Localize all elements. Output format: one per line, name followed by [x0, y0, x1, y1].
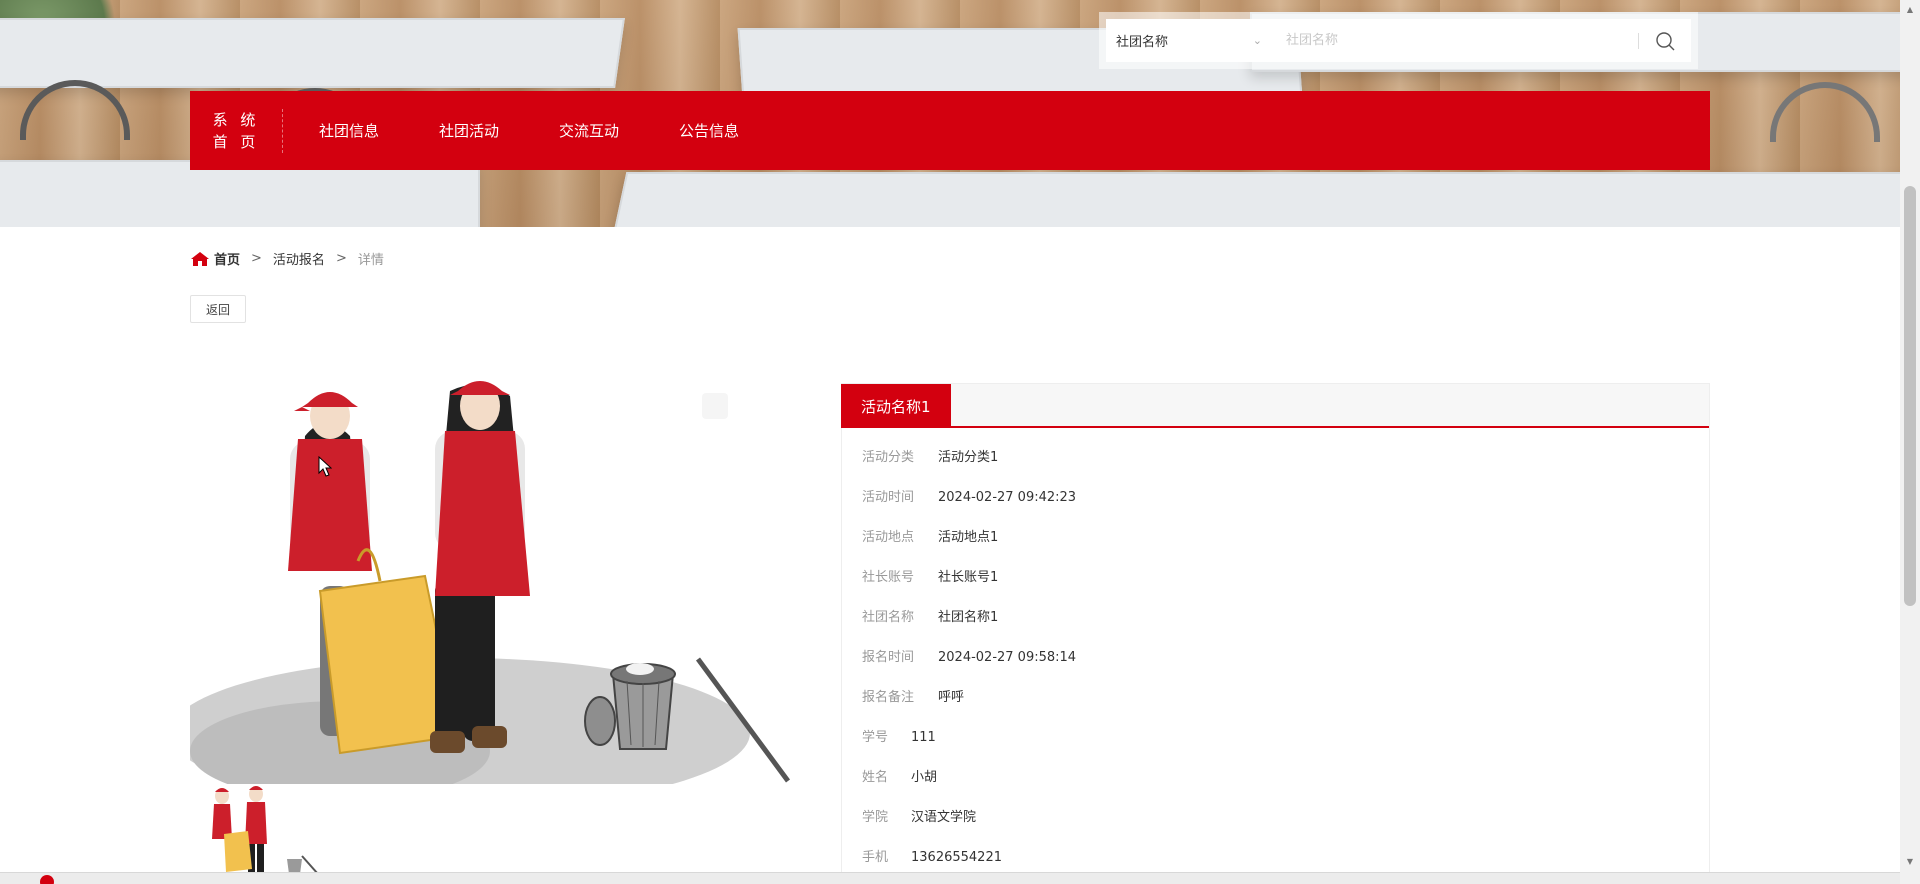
field-label-club-name: 社团名称 — [862, 610, 915, 625]
breadcrumb-current: 详情 — [357, 253, 384, 268]
nav-system-home-line1: 系 统 — [212, 110, 260, 129]
nav-item-club-activities[interactable]: 社团活动 — [409, 120, 529, 141]
activity-title: 活动名称1 — [841, 384, 951, 428]
bottom-bar — [0, 872, 1900, 884]
detail-row: 活动分类 活动分类1 — [862, 446, 998, 465]
chevron-down-icon: ⌄ — [1252, 34, 1262, 47]
activity-main-image — [190, 381, 790, 784]
detail-row: 社长账号 社长账号1 — [862, 566, 998, 585]
search-icon — [1656, 31, 1675, 50]
field-value-name: 小胡 — [911, 770, 938, 785]
scrollbar-thumb[interactable] — [1904, 186, 1916, 606]
breadcrumb: 首页 > 活动报名 > 详情 — [190, 249, 384, 268]
banner-table — [0, 160, 480, 227]
search-field-select[interactable]: 社团名称 ⌄ — [1106, 31, 1276, 50]
detail-row: 报名备注 呼呼 — [862, 686, 964, 705]
home-icon — [191, 251, 209, 266]
thumbnail-illustration — [212, 786, 319, 874]
search-input[interactable] — [1276, 25, 1638, 56]
field-label-name: 姓名 — [862, 770, 889, 785]
field-label-category: 活动分类 — [862, 450, 915, 465]
search-field-selected: 社团名称 — [1116, 35, 1169, 50]
field-value-phone: 13626554221 — [911, 850, 1002, 865]
detail-row: 社团名称 社团名称1 — [862, 606, 998, 625]
field-label-signup-note: 报名备注 — [862, 690, 915, 705]
detail-row: 手机 13626554221 — [862, 846, 1002, 865]
nav-system-home[interactable]: 系 统 首 页 — [190, 108, 283, 153]
field-value-activity-time: 2024-02-27 09:42:23 — [938, 490, 1077, 505]
field-label-president-account: 社长账号 — [862, 570, 915, 585]
banner-chair — [1770, 82, 1880, 142]
image-thumbnail[interactable] — [190, 784, 320, 874]
field-value-president-account: 社长账号1 — [938, 570, 999, 585]
field-value-club-name: 社团名称1 — [938, 610, 999, 625]
detail-row: 活动时间 2024-02-27 09:42:23 — [862, 486, 1076, 505]
back-button[interactable]: 返回 — [190, 295, 246, 323]
field-value-signup-note: 呼呼 — [938, 690, 965, 705]
field-label-location: 活动地点 — [862, 530, 915, 545]
field-label-student-id: 学号 — [862, 730, 889, 745]
breadcrumb-home[interactable]: 首页 — [190, 249, 240, 268]
nav-item-interaction[interactable]: 交流互动 — [529, 120, 649, 141]
breadcrumb-section[interactable]: 活动报名 — [273, 249, 325, 268]
field-label-college: 学院 — [862, 810, 889, 825]
banner-chair — [20, 80, 130, 140]
breadcrumb-separator: > — [251, 251, 262, 266]
field-label-phone: 手机 — [862, 850, 889, 865]
status-dot-icon — [40, 875, 54, 884]
volunteer-illustration — [190, 381, 790, 784]
breadcrumb-home-label: 首页 — [214, 253, 241, 268]
detail-row: 姓名 小胡 — [862, 766, 937, 785]
detail-panel: 活动名称1 活动分类 活动分类1 活动时间 2024-02-27 09:42:2… — [841, 383, 1710, 884]
field-value-student-id: 111 — [911, 730, 936, 745]
main-nav: 系 统 首 页 社团信息 社团活动 交流互动 公告信息 — [190, 91, 1710, 170]
banner-table — [613, 172, 1900, 227]
nav-system-home-line2: 首 页 — [212, 132, 260, 151]
field-label-signup-time: 报名时间 — [862, 650, 915, 665]
breadcrumb-separator: > — [335, 251, 347, 266]
field-value-category: 活动分类1 — [938, 450, 999, 465]
detail-row: 报名时间 2024-02-27 09:58:14 — [862, 646, 1076, 665]
banner-table — [0, 18, 625, 88]
search-bar: 社团名称 ⌄ — [1099, 12, 1698, 69]
field-value-signup-time: 2024-02-27 09:58:14 — [938, 650, 1077, 665]
detail-header: 活动名称1 — [841, 384, 1709, 428]
nav-item-club-info[interactable]: 社团信息 — [283, 120, 409, 141]
search-button[interactable] — [1639, 19, 1691, 62]
detail-row: 学院 汉语文学院 — [862, 806, 976, 825]
field-label-activity-time: 活动时间 — [862, 490, 915, 505]
mouse-cursor-icon — [318, 456, 332, 477]
detail-row: 学号 111 — [862, 726, 936, 745]
scroll-down-arrow-icon[interactable]: ▼ — [1900, 852, 1920, 870]
scroll-up-arrow-icon[interactable]: ▲ — [1900, 0, 1920, 18]
field-value-college: 汉语文学院 — [911, 810, 977, 825]
page-scrollbar[interactable]: ▲ ▼ — [1900, 0, 1920, 884]
search-inner: 社团名称 ⌄ — [1106, 19, 1691, 62]
detail-row: 活动地点 活动地点1 — [862, 526, 998, 545]
field-value-location: 活动地点1 — [938, 530, 999, 545]
nav-item-announcements[interactable]: 公告信息 — [649, 120, 769, 141]
